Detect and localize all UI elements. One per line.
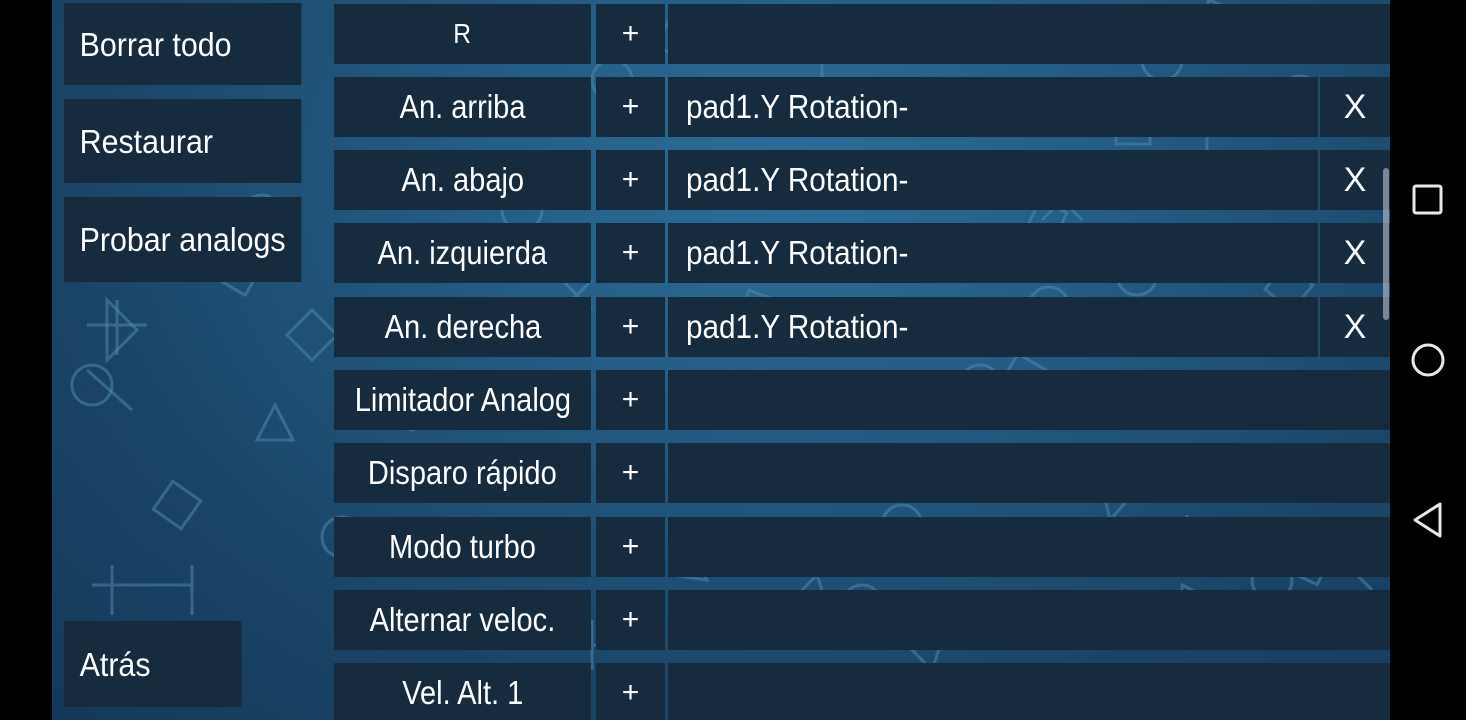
add-binding-button[interactable]: + xyxy=(596,150,665,210)
control-name-text: An. abajo xyxy=(401,161,524,198)
clear-all-label: Borrar todo xyxy=(79,25,232,63)
circle-icon xyxy=(1411,343,1445,377)
binding-cell[interactable] xyxy=(668,4,1390,64)
add-binding-button[interactable]: + xyxy=(596,663,665,720)
control-name-text: Disparo rápido xyxy=(368,454,557,491)
control-name-text: Modo turbo xyxy=(389,528,536,565)
control-name[interactable]: Modo turbo xyxy=(334,517,591,577)
binding-cell[interactable] xyxy=(668,590,1390,650)
control-name-text: Vel. Alt. 1 xyxy=(401,674,524,711)
back-nav-button[interactable] xyxy=(1390,482,1466,558)
restore-label: Restaurar xyxy=(79,122,213,160)
square-icon xyxy=(1412,184,1443,215)
control-name[interactable]: An. izquierda xyxy=(334,223,591,283)
control-name-text: Alternar veloc. xyxy=(369,601,556,638)
control-name[interactable]: An. derecha xyxy=(334,297,591,357)
triangle-back-icon xyxy=(1413,502,1442,538)
binding-value: pad1.Y Rotation- xyxy=(686,234,909,271)
control-name[interactable]: Limitador Analog xyxy=(334,370,591,430)
binding-cell[interactable]: pad1.Y Rotation- X xyxy=(668,297,1390,357)
restore-button[interactable]: Restaurar xyxy=(64,99,302,183)
control-name-text: R xyxy=(453,18,472,49)
back-label: Atrás xyxy=(79,645,151,683)
add-binding-button[interactable]: + xyxy=(596,590,665,650)
back-button[interactable]: Atrás xyxy=(64,621,242,707)
test-analogs-button[interactable]: Probar analogs xyxy=(64,197,302,282)
binding-cell[interactable]: pad1.Y Rotation- X xyxy=(668,223,1390,283)
remove-binding-button[interactable]: X xyxy=(1318,77,1390,137)
control-row-alt-speed-1: Vel. Alt. 1 + xyxy=(334,663,1390,720)
control-row-analog-right: An. derecha + pad1.Y Rotation- X xyxy=(334,297,1390,357)
binding-cell[interactable] xyxy=(668,370,1390,430)
control-name-text: An. arriba xyxy=(399,88,526,125)
clear-all-button[interactable]: Borrar todo xyxy=(64,3,302,85)
add-binding-button[interactable]: + xyxy=(596,370,665,430)
control-row-analog-limiter: Limitador Analog + xyxy=(334,370,1390,430)
control-name-text: An. derecha xyxy=(384,308,541,345)
add-binding-button[interactable]: + xyxy=(596,77,665,137)
control-name-text: Limitador Analog xyxy=(354,381,571,418)
control-name-text: An. izquierda xyxy=(377,234,548,271)
control-row-r: R + xyxy=(334,4,1390,64)
control-row-turbo-mode: Modo turbo + xyxy=(334,517,1390,577)
binding-value: pad1.Y Rotation- xyxy=(686,161,909,198)
remove-binding-button[interactable]: X xyxy=(1318,223,1390,283)
control-name[interactable]: R xyxy=(334,4,591,64)
control-row-toggle-speed: Alternar veloc. + xyxy=(334,590,1390,650)
binding-cell[interactable] xyxy=(668,443,1390,503)
android-navigation-bar xyxy=(1390,0,1466,720)
binding-cell[interactable] xyxy=(668,663,1390,720)
test-analogs-label: Probar analogs xyxy=(79,221,286,258)
add-binding-button[interactable]: + xyxy=(596,4,665,64)
control-row-rapid-fire: Disparo rápido + xyxy=(334,443,1390,503)
control-name[interactable]: Disparo rápido xyxy=(334,443,591,503)
add-binding-button[interactable]: + xyxy=(596,443,665,503)
binding-cell[interactable]: pad1.Y Rotation- X xyxy=(668,77,1390,137)
binding-value: pad1.Y Rotation- xyxy=(686,88,909,125)
scrollbar[interactable] xyxy=(1383,168,1389,320)
binding-cell[interactable] xyxy=(668,517,1390,577)
control-row-analog-down: An. abajo + pad1.Y Rotation- X xyxy=(334,150,1390,210)
remove-binding-button[interactable]: X xyxy=(1318,297,1390,357)
control-row-analog-up: An. arriba + pad1.Y Rotation- X xyxy=(334,77,1390,137)
add-binding-button[interactable]: + xyxy=(596,517,665,577)
control-name[interactable]: Alternar veloc. xyxy=(334,590,591,650)
control-name[interactable]: Vel. Alt. 1 xyxy=(334,663,591,720)
control-name[interactable]: An. arriba xyxy=(334,77,591,137)
control-name[interactable]: An. abajo xyxy=(334,150,591,210)
recents-button[interactable] xyxy=(1390,162,1466,238)
remove-binding-button[interactable]: X xyxy=(1318,150,1390,210)
control-mapping-screen: Borrar todo Restaurar Probar analogs Atr… xyxy=(0,0,1390,720)
add-binding-button[interactable]: + xyxy=(596,297,665,357)
binding-cell[interactable]: pad1.Y Rotation- X xyxy=(668,150,1390,210)
binding-value: pad1.Y Rotation- xyxy=(686,308,909,345)
control-row-analog-left: An. izquierda + pad1.Y Rotation- X xyxy=(334,223,1390,283)
home-button[interactable] xyxy=(1390,322,1466,398)
add-binding-button[interactable]: + xyxy=(596,223,665,283)
